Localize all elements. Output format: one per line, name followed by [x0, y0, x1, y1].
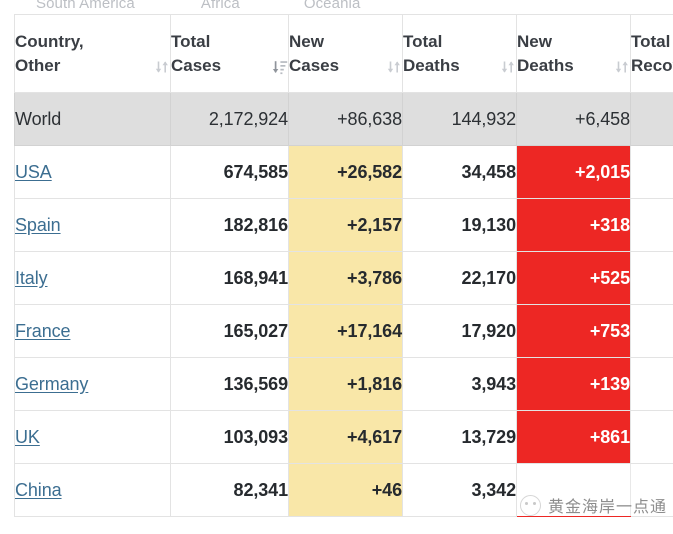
cell-total-cases: 674,585 [171, 146, 289, 199]
cell-country: France [15, 305, 171, 358]
country-link-uk[interactable]: UK [15, 427, 40, 447]
table-row-world: World 2,172,924 +86,638 144,932 +6,458 [15, 93, 673, 146]
cell-total-recovered [631, 305, 673, 358]
country-link-spain[interactable]: Spain [15, 215, 61, 235]
cell-new-deaths: +753 [517, 305, 631, 358]
region-tab-oceania[interactable]: Oceania [304, 0, 361, 12]
cell-new-deaths-world: +6,458 [517, 93, 631, 146]
cell-country: Spain [15, 199, 171, 252]
cell-total-cases: 136,569 [171, 358, 289, 411]
column-header-country-label: Country, Other [15, 30, 84, 78]
screenshot-root: South America Africa Oceania Country, Ot… [0, 0, 673, 534]
column-header-total-deaths-label: Total Deaths [403, 30, 460, 78]
cell-total-recovered [631, 411, 673, 464]
cell-country: USA [15, 146, 171, 199]
cell-total-deaths: 17,920 [403, 305, 517, 358]
column-header-total-recovered-label: Total Recovered [631, 30, 673, 78]
cell-country: Germany [15, 358, 171, 411]
table-row: France 165,027 +17,164 17,920 +753 [15, 305, 673, 358]
cell-country-world: World [15, 93, 171, 146]
cell-new-cases: +26,582 [289, 146, 403, 199]
covid-statistics-table: Country, Other Total Cases [14, 14, 673, 517]
cell-new-cases: +2,157 [289, 199, 403, 252]
cell-total-deaths: 34,458 [403, 146, 517, 199]
cell-total-deaths: 22,170 [403, 252, 517, 305]
cell-country: Italy [15, 252, 171, 305]
cell-total-deaths: 13,729 [403, 411, 517, 464]
country-link-usa[interactable]: USA [15, 162, 52, 182]
cell-total-cases: 165,027 [171, 305, 289, 358]
cell-total-recovered [631, 358, 673, 411]
cell-total-deaths-world: 144,932 [403, 93, 517, 146]
cell-new-deaths [517, 464, 631, 517]
country-link-germany[interactable]: Germany [15, 374, 88, 394]
sort-both-icon[interactable] [614, 57, 630, 77]
cell-new-deaths: +861 [517, 411, 631, 464]
cell-total-recovered [631, 199, 673, 252]
cell-new-cases: +17,164 [289, 305, 403, 358]
sort-both-icon[interactable] [386, 57, 402, 77]
cell-new-deaths: +525 [517, 252, 631, 305]
cell-new-deaths: +318 [517, 199, 631, 252]
table-row: UK 103,093 +4,617 13,729 +861 [15, 411, 673, 464]
cell-new-cases: +1,816 [289, 358, 403, 411]
country-link-china[interactable]: China [15, 480, 62, 500]
table-row: China 82,341 +46 3,342 [15, 464, 673, 517]
table-row: Germany 136,569 +1,816 3,943 +139 [15, 358, 673, 411]
sort-both-icon[interactable] [154, 57, 170, 77]
country-link-france[interactable]: France [15, 321, 70, 341]
region-tab-south-america[interactable]: South America [36, 0, 135, 12]
country-link-italy[interactable]: Italy [15, 268, 48, 288]
cell-total-deaths: 3,342 [403, 464, 517, 517]
cell-country: UK [15, 411, 171, 464]
column-header-total-deaths[interactable]: Total Deaths [403, 15, 517, 93]
cell-country: China [15, 464, 171, 517]
region-tabs: South America Africa Oceania [0, 0, 673, 12]
table-body: World 2,172,924 +86,638 144,932 +6,458 U… [15, 93, 673, 517]
column-header-total-recovered[interactable]: Total Recovered [631, 15, 673, 93]
column-header-new-deaths[interactable]: New Deaths [517, 15, 631, 93]
table-row: Spain 182,816 +2,157 19,130 +318 [15, 199, 673, 252]
column-header-country[interactable]: Country, Other [15, 15, 171, 93]
cell-total-recovered-world [631, 93, 673, 146]
cell-total-cases: 103,093 [171, 411, 289, 464]
table-header: Country, Other Total Cases [15, 15, 673, 93]
table-row: USA 674,585 +26,582 34,458 +2,015 [15, 146, 673, 199]
cell-new-deaths: +2,015 [517, 146, 631, 199]
cell-new-cases: +3,786 [289, 252, 403, 305]
table-header-row: Country, Other Total Cases [15, 15, 673, 93]
column-header-new-cases-label: New Cases [289, 30, 339, 78]
cell-new-cases: +46 [289, 464, 403, 517]
cell-total-cases: 182,816 [171, 199, 289, 252]
cell-total-deaths: 19,130 [403, 199, 517, 252]
cell-total-recovered [631, 252, 673, 305]
sort-both-icon[interactable] [500, 57, 516, 77]
cell-total-cases: 168,941 [171, 252, 289, 305]
statistics-table-container: Country, Other Total Cases [14, 14, 673, 517]
cell-new-cases-world: +86,638 [289, 93, 403, 146]
sort-desc-icon[interactable] [272, 57, 288, 77]
column-header-total-cases[interactable]: Total Cases [171, 15, 289, 93]
cell-total-recovered [631, 464, 673, 517]
column-header-total-cases-label: Total Cases [171, 30, 221, 78]
cell-new-deaths: +139 [517, 358, 631, 411]
table-row: Italy 168,941 +3,786 22,170 +525 [15, 252, 673, 305]
cell-total-recovered [631, 146, 673, 199]
cell-total-cases-world: 2,172,924 [171, 93, 289, 146]
region-tab-africa[interactable]: Africa [201, 0, 240, 12]
cell-total-deaths: 3,943 [403, 358, 517, 411]
column-header-new-cases[interactable]: New Cases [289, 15, 403, 93]
cell-new-cases: +4,617 [289, 411, 403, 464]
column-header-new-deaths-label: New Deaths [517, 30, 574, 78]
cell-total-cases: 82,341 [171, 464, 289, 517]
